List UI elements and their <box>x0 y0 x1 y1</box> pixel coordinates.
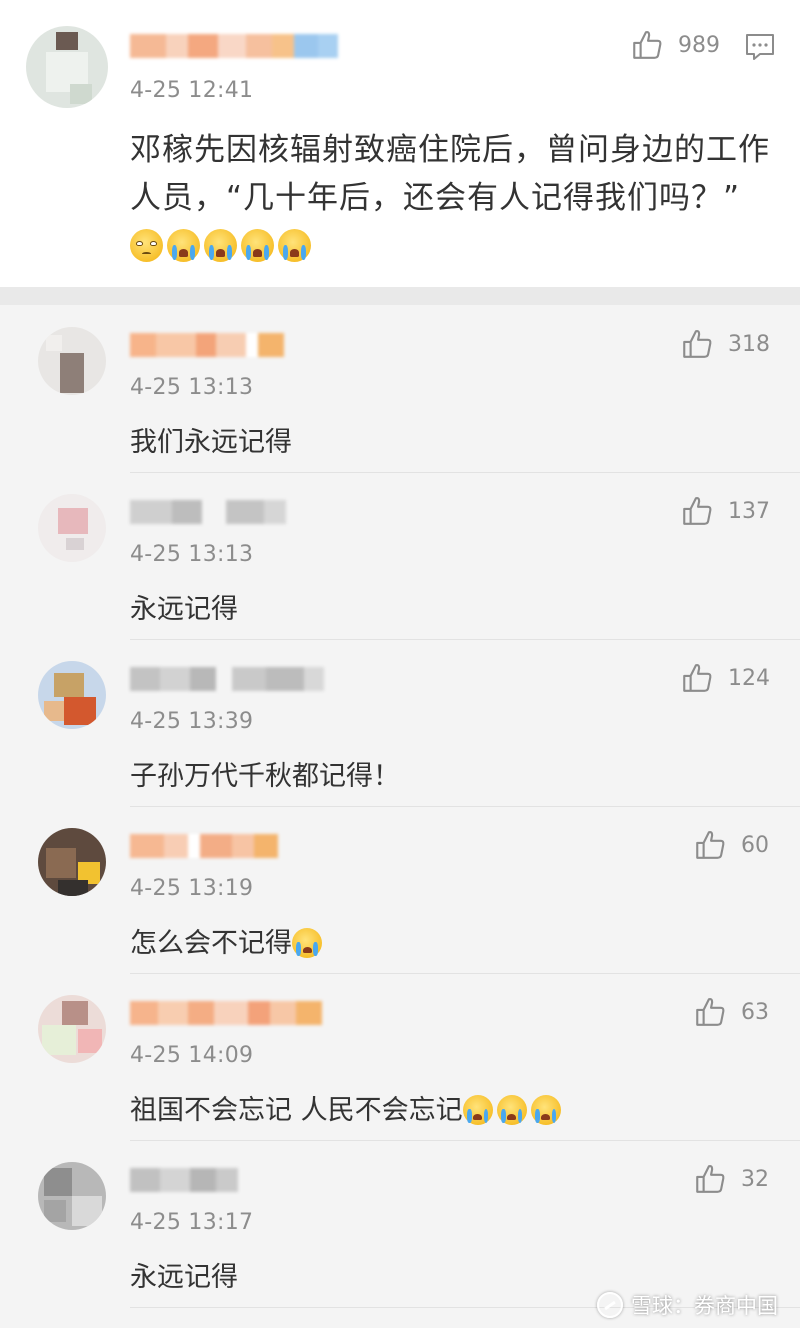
thumbs-up-icon <box>696 830 725 859</box>
comment-text: 永远记得 <box>130 594 238 625</box>
user-avatar[interactable] <box>26 26 108 108</box>
user-avatar[interactable] <box>38 494 106 562</box>
snowball-logo-icon <box>597 1292 623 1318</box>
like-count: 989 <box>678 32 720 58</box>
comment-text: 邓稼先因核辐射致癌住院后，曾问身边的工作人员，“几十年后，还会有人记得我们吗？” <box>130 126 770 270</box>
crying-face-emoji-icon <box>496 1095 527 1125</box>
like-button[interactable]: 137 <box>680 494 770 528</box>
like-button[interactable]: 124 <box>680 661 770 695</box>
like-button[interactable]: 32 <box>693 1162 769 1196</box>
user-avatar[interactable] <box>38 1162 106 1230</box>
like-count: 137 <box>728 498 770 524</box>
crying-face-emoji-icon <box>167 229 200 262</box>
like-button[interactable]: 60 <box>693 828 769 862</box>
like-count: 60 <box>741 832 769 858</box>
thumbs-up-icon <box>633 30 662 59</box>
username-blurred[interactable] <box>130 1168 238 1192</box>
comment-text: 怎么会不记得 <box>130 921 326 960</box>
watermark: 雪球：券商中国 <box>597 1290 778 1320</box>
comment-text: 永远记得 <box>130 1262 238 1293</box>
like-button[interactable]: 318 <box>680 327 770 361</box>
comment-time: 4-25 13:13 <box>130 542 254 567</box>
divider <box>130 973 800 974</box>
divider <box>130 472 800 473</box>
username-blurred[interactable] <box>130 667 324 691</box>
thumbs-up-icon <box>683 329 712 358</box>
like-button[interactable]: 989 <box>630 28 720 62</box>
watermark-text: 雪球：券商中国 <box>631 1294 778 1318</box>
crying-face-emoji-icon <box>241 229 274 262</box>
comment-icon[interactable] <box>744 32 776 62</box>
comment-time: 4-25 13:39 <box>130 709 254 734</box>
username-blurred[interactable] <box>130 834 278 858</box>
username-blurred[interactable] <box>130 34 338 58</box>
sad-face-emoji-icon <box>130 229 163 262</box>
like-count: 32 <box>741 1166 769 1192</box>
username-blurred[interactable] <box>130 333 284 357</box>
divider <box>130 1140 800 1141</box>
like-count: 63 <box>741 999 769 1025</box>
comment-time: 4-25 13:19 <box>130 876 254 901</box>
user-avatar[interactable] <box>38 995 106 1063</box>
thumbs-up-icon <box>683 496 712 525</box>
section-separator <box>0 287 800 305</box>
comment-time: 4-25 13:13 <box>130 375 254 400</box>
thumbs-up-icon <box>696 997 725 1026</box>
comment-text: 我们永远记得 <box>130 427 292 458</box>
comment-time: 4-25 13:17 <box>130 1210 254 1235</box>
crying-face-emoji-icon <box>278 229 311 262</box>
crying-face-emoji-icon <box>292 928 322 958</box>
user-avatar[interactable] <box>38 828 106 896</box>
user-avatar[interactable] <box>38 327 106 395</box>
crying-face-emoji-icon <box>530 1095 561 1125</box>
comment-text: 祖国不会忘记 人民不会忘记 <box>130 1088 565 1127</box>
user-avatar[interactable] <box>38 661 106 729</box>
username-blurred[interactable] <box>130 1001 322 1025</box>
crying-face-emoji-icon <box>204 229 237 262</box>
comment-text: 子孙万代千秋都记得！ <box>130 761 400 792</box>
thumbs-up-icon <box>696 1164 725 1193</box>
comment-time: 4-25 14:09 <box>130 1043 254 1068</box>
like-button[interactable]: 63 <box>693 995 769 1029</box>
username-blurred[interactable] <box>130 500 286 524</box>
crying-face-emoji-icon <box>462 1095 493 1125</box>
thumbs-up-icon <box>683 663 712 692</box>
comment-time: 4-25 12:41 <box>130 78 254 103</box>
like-count: 124 <box>728 665 770 691</box>
divider <box>130 639 800 640</box>
main-comment-card: 4-25 12:41 989 邓稼先因核辐射致癌住院后，曾问身边的工作人员，“几… <box>0 0 800 287</box>
like-count: 318 <box>728 331 770 357</box>
divider <box>130 806 800 807</box>
